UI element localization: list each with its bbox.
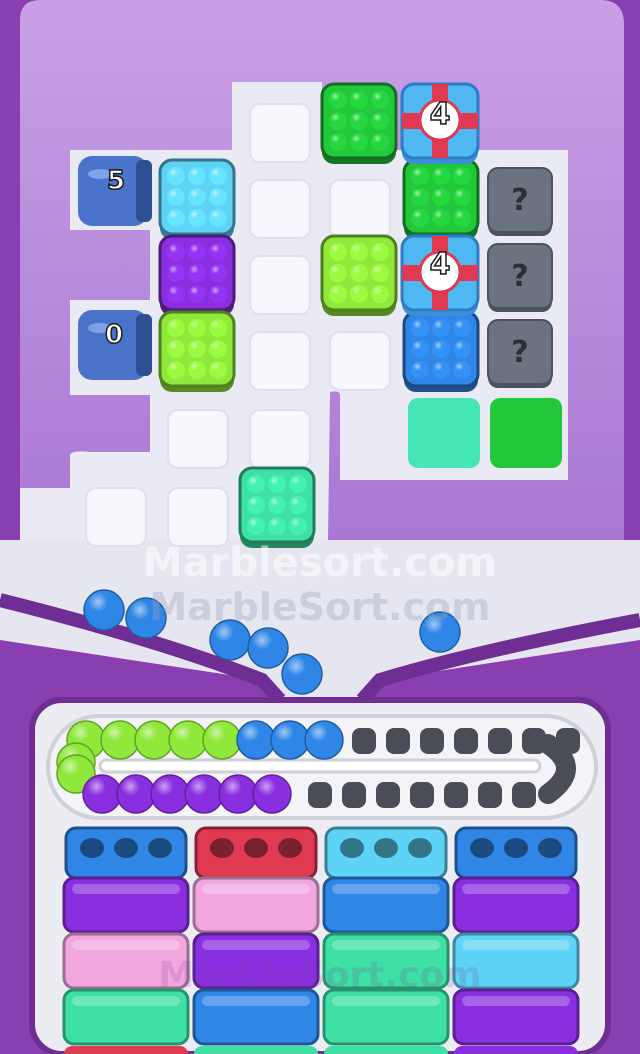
- cap-hole: [504, 838, 528, 858]
- conveyor-slot-empty: [342, 782, 366, 808]
- empty-cell: [167, 409, 229, 469]
- cap-hole: [244, 838, 268, 858]
- gift-counter-1: 4: [429, 96, 451, 133]
- conveyor-slot-empty: [444, 782, 468, 808]
- empty-cell: [249, 331, 311, 391]
- cap-hole: [80, 838, 104, 858]
- cap-hole: [114, 838, 138, 858]
- conveyor-slot-empty: [478, 782, 502, 808]
- stack-layer-partial: [194, 1046, 318, 1054]
- spawner-counter-1: 5: [106, 165, 126, 197]
- empty-cell: [249, 409, 311, 469]
- cap-hole: [538, 838, 562, 858]
- cap-hole: [340, 838, 364, 858]
- solid-block-mint[interactable]: [408, 398, 480, 468]
- sort-column-3[interactable]: [322, 826, 450, 1046]
- marble-block-teal[interactable]: [238, 466, 316, 548]
- marble-block-purple[interactable]: [158, 234, 236, 316]
- solid-block-green[interactable]: [490, 398, 562, 468]
- empty-cell: [167, 487, 229, 547]
- stack-layer-partial: [64, 1046, 188, 1054]
- conveyor-slot-empty: [386, 728, 410, 754]
- sort-column-2[interactable]: [192, 826, 320, 1046]
- spawner-counter-2: 0: [104, 319, 124, 351]
- spawner-nozzle: [136, 160, 152, 222]
- empty-cell: [249, 179, 311, 239]
- conveyor-slot-empty: [352, 728, 376, 754]
- conveyor-slot-empty: [420, 728, 444, 754]
- empty-cell: [329, 331, 391, 391]
- game-board: [0, 0, 640, 1054]
- conveyor-slot-empty: [512, 782, 536, 808]
- spawner-nozzle: [136, 314, 152, 376]
- marble-block-lime[interactable]: [158, 310, 236, 392]
- marble-block-green[interactable]: [402, 158, 480, 240]
- conveyor-slot-empty: [308, 782, 332, 808]
- mystery-block-3-label: ?: [511, 334, 529, 370]
- marble-block-green[interactable]: [320, 82, 398, 164]
- empty-cell: [249, 103, 311, 163]
- cap-hole: [408, 838, 432, 858]
- conveyor-slot-empty: [488, 728, 512, 754]
- empty-cell: [85, 487, 147, 547]
- marble-block-blue[interactable]: [402, 310, 480, 392]
- cap-hole: [148, 838, 172, 858]
- stack-layer-partial: [324, 1046, 448, 1054]
- stack-layer-partial: [454, 1046, 578, 1054]
- marble-block-cyan[interactable]: [158, 158, 236, 240]
- conveyor-slot-empty: [454, 728, 478, 754]
- cap-hole: [470, 838, 494, 858]
- sort-column-1[interactable]: [62, 826, 190, 1046]
- cap-hole: [374, 838, 398, 858]
- empty-cell: [329, 179, 391, 239]
- conveyor-slot-empty: [410, 782, 434, 808]
- mystery-block-2-label: ?: [511, 258, 529, 294]
- sort-column-4[interactable]: [452, 826, 580, 1046]
- empty-cell: [249, 255, 311, 315]
- cap-hole: [210, 838, 234, 858]
- cap-hole: [278, 838, 302, 858]
- conveyor-slot-empty: [376, 782, 400, 808]
- mystery-block-1-label: ?: [511, 182, 529, 218]
- gift-counter-2: 4: [429, 246, 451, 283]
- marble-block-lime[interactable]: [320, 234, 398, 316]
